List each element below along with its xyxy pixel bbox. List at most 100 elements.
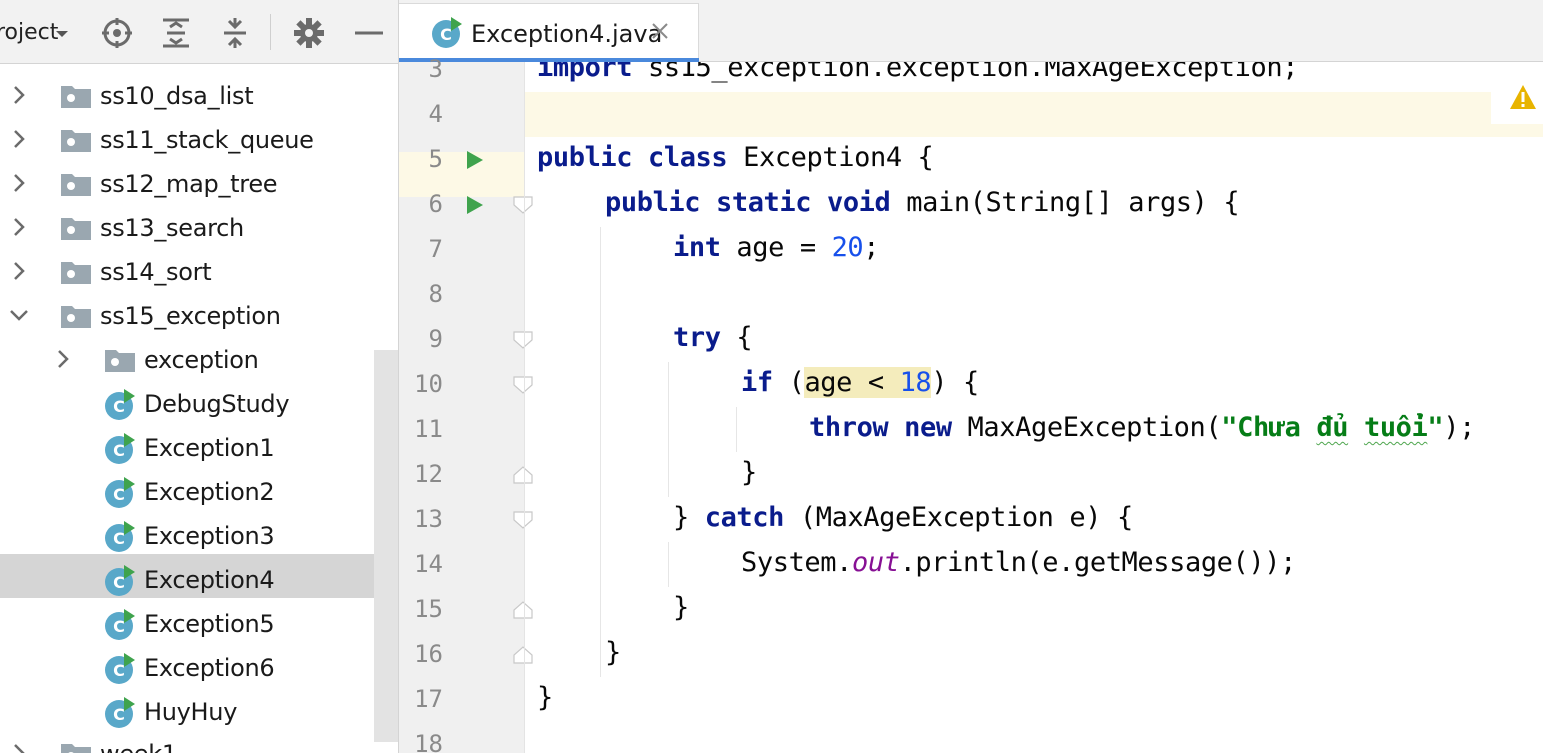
tree-item-label: Exception6 [144, 654, 275, 682]
inspection-widget[interactable] [1491, 74, 1543, 124]
code-line: try { [525, 317, 1543, 362]
svg-text:C: C [113, 529, 125, 548]
svg-text:C: C [440, 25, 452, 44]
tree-item-label: Exception3 [144, 522, 275, 550]
code-line: } [525, 677, 1543, 722]
svg-text:C: C [113, 705, 125, 724]
tree-row-ss11-stack-queue[interactable]: ss11_stack_queue [0, 118, 398, 162]
tree-row-exception4[interactable]: C Exception4 [0, 554, 398, 598]
svg-text:C: C [113, 573, 125, 592]
chevron-right-icon[interactable] [8, 216, 30, 238]
code-line: } [525, 452, 1543, 497]
code-line: int age = 20; [525, 227, 1543, 272]
code-line: import ss15_exception.exception.MaxAgeEx… [525, 62, 1543, 92]
tree-item-label: Exception4 [144, 566, 275, 594]
tree-item-label: Exception2 [144, 478, 275, 506]
code-text: } [537, 682, 553, 713]
editor-tab-bar: C Exception4.java [399, 0, 1543, 62]
tree-row-exception5[interactable]: C Exception5 [0, 602, 398, 646]
java-class-icon: C [104, 609, 136, 641]
tree-row-exception3[interactable]: C Exception3 [0, 514, 398, 558]
gutter-line: 14 [399, 542, 525, 587]
line-number: 9 [428, 325, 443, 353]
line-number: 7 [428, 235, 443, 263]
chevron-right-icon[interactable] [8, 742, 30, 753]
chevron-right-icon[interactable] [52, 348, 74, 370]
tree-row-exception1[interactable]: C Exception1 [0, 426, 398, 470]
tree-row-ss12-map-tree[interactable]: ss12_map_tree [0, 162, 398, 206]
tree-row-ss13-search[interactable]: ss13_search [0, 206, 398, 250]
tree-scrollbar[interactable] [374, 350, 398, 742]
line-number: 12 [414, 460, 443, 488]
close-icon[interactable] [649, 20, 671, 42]
folder-icon [60, 303, 92, 329]
tree-row-debugstudy[interactable]: C DebugStudy [0, 382, 398, 426]
tree-item-label: ss15_exception [100, 302, 281, 330]
expand-all-icon[interactable] [159, 16, 193, 50]
tree-item-label: ss11_stack_queue [100, 126, 314, 154]
code-text: public static void main(String[] args) { [605, 187, 1240, 218]
code-text: try { [673, 322, 753, 353]
tree-row-ss15-exception[interactable]: ss15_exception [0, 294, 398, 338]
gutter-line: 17 [399, 677, 525, 722]
run-icon[interactable] [463, 194, 485, 216]
project-toolbar: roject [0, 0, 398, 64]
chevron-down-icon[interactable] [48, 20, 76, 48]
chevron-right-icon[interactable] [8, 84, 30, 106]
gutter-line: 5 [399, 137, 525, 182]
code-text: } [605, 637, 621, 668]
chevron-down-icon[interactable] [8, 304, 30, 326]
line-number: 6 [428, 190, 443, 218]
collapse-all-icon[interactable] [218, 16, 252, 50]
chevron-right-icon[interactable] [8, 128, 30, 150]
line-number: 18 [414, 730, 443, 753]
gear-icon[interactable] [292, 16, 326, 50]
code-text: System.out.println(e.getMessage()); [741, 547, 1296, 578]
code-line: if (age < 18) { [525, 362, 1543, 407]
tree-row-exception-package[interactable]: exception [0, 338, 398, 382]
code-line: } [525, 632, 1543, 677]
run-icon[interactable] [463, 149, 485, 171]
gutter-line: 9 [399, 317, 533, 362]
svg-text:C: C [113, 441, 125, 460]
minimize-icon[interactable] [352, 16, 386, 50]
folder-icon [60, 741, 92, 753]
gutter-line: 18 [399, 722, 525, 753]
svg-text:C: C [113, 397, 125, 416]
crosshair-icon[interactable] [100, 16, 134, 50]
tree-row-exception2[interactable]: C Exception2 [0, 470, 398, 514]
code-text-area[interactable]: import ss15_exception.exception.MaxAgeEx… [525, 62, 1543, 753]
toolbar-separator [270, 14, 271, 50]
gutter-line: 10 [399, 362, 533, 407]
tree-item-label: ss14_sort [100, 258, 212, 286]
tree-row-huyhuy[interactable]: C HuyHuy [0, 690, 398, 734]
tree-row-ss14-sort[interactable]: ss14_sort [0, 250, 398, 294]
folder-icon [60, 83, 92, 109]
chevron-right-icon[interactable] [8, 172, 30, 194]
java-class-icon: C [104, 521, 136, 553]
tree-item-label: exception [144, 346, 259, 374]
line-number: 5 [428, 145, 443, 173]
code-line: public static void main(String[] args) { [525, 182, 1543, 227]
folder-icon [60, 259, 92, 285]
java-class-icon: C [104, 697, 136, 729]
code-text: int age = 20; [673, 232, 880, 263]
folder-icon [60, 215, 92, 241]
code-text: public class Exception4 { [537, 142, 934, 173]
tree-item-label: ss12_map_tree [100, 170, 278, 198]
tree-item-label: Exception5 [144, 610, 275, 638]
code-text: import ss15_exception.exception.MaxAgeEx… [537, 62, 1299, 83]
current-code-line [525, 92, 1543, 137]
tree-row-week1[interactable]: week1 [0, 732, 398, 753]
warning-icon[interactable] [1509, 84, 1537, 110]
line-number: 8 [428, 280, 443, 308]
tree-row-ss10-dsa-list[interactable]: ss10_dsa_list [0, 74, 398, 118]
java-class-icon: C [104, 389, 136, 421]
folder-icon [60, 127, 92, 153]
line-number: 13 [414, 505, 443, 533]
java-class-icon: C [104, 433, 136, 465]
java-class-icon: C [104, 477, 136, 509]
tree-row-exception6[interactable]: C Exception6 [0, 646, 398, 690]
chevron-right-icon[interactable] [8, 260, 30, 282]
project-tool-window: roject ss10_dsa_list ss11_stack_queue ss… [0, 0, 398, 753]
